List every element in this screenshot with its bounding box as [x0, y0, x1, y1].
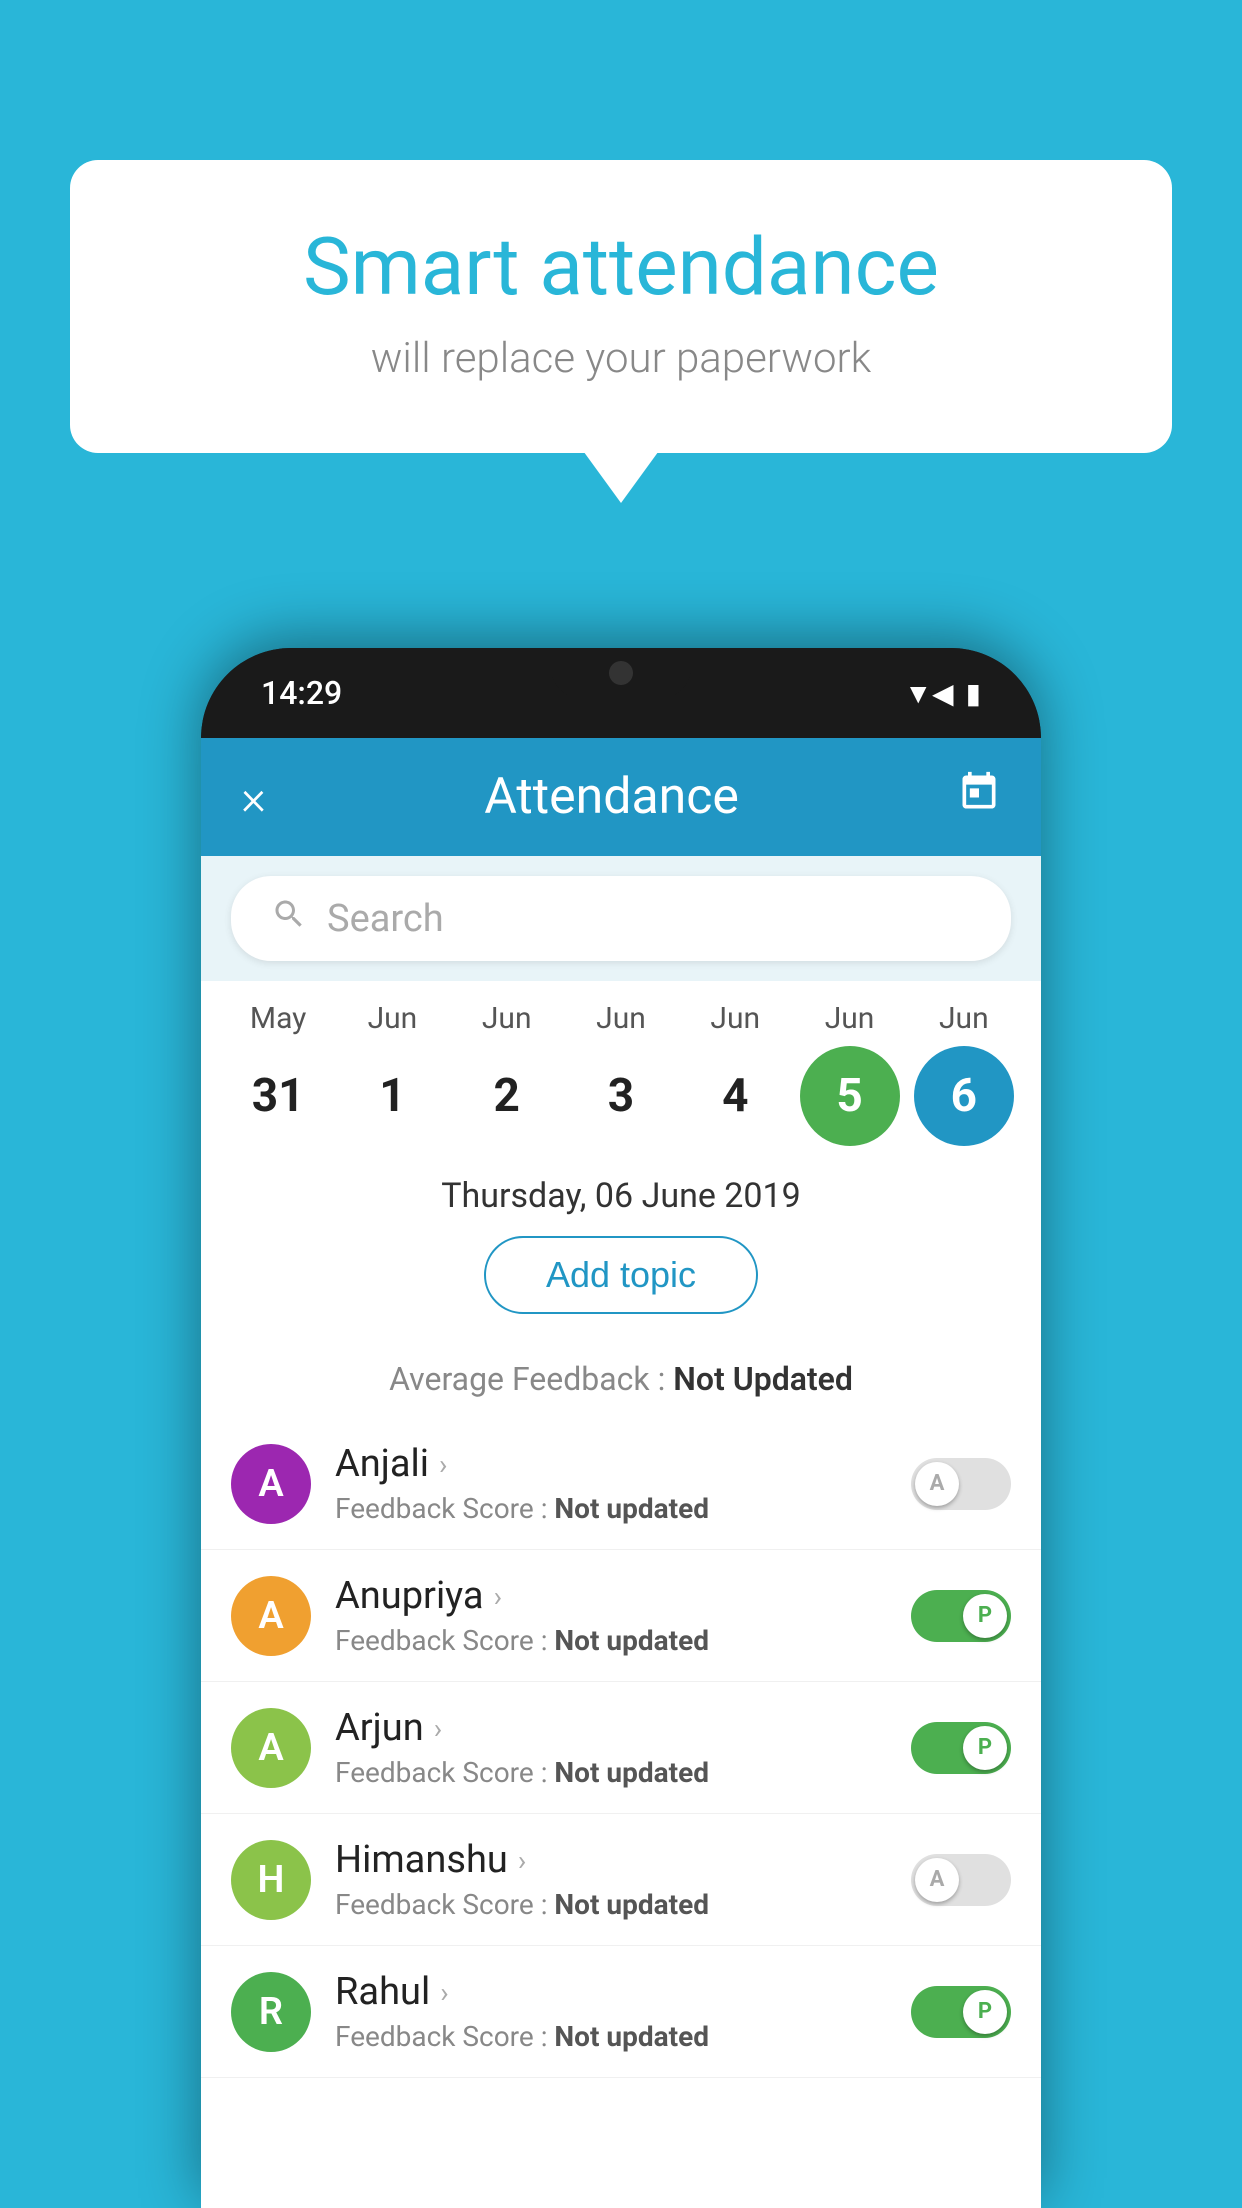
student-avatar: A — [231, 1708, 311, 1788]
student-info: Arjun › Feedback Score : Not updated — [335, 1706, 911, 1789]
student-feedback: Feedback Score : Not updated — [335, 2020, 911, 2053]
student-name: Rahul › — [335, 1970, 911, 2014]
student-info: Anjali › Feedback Score : Not updated — [335, 1442, 911, 1525]
attendance-toggle[interactable]: P — [911, 1986, 1011, 2038]
avg-feedback-value: Not Updated — [673, 1360, 853, 1398]
phone-notch — [551, 648, 691, 698]
toggle-switch[interactable]: A — [911, 1458, 1011, 1510]
phone-frame: 14:29 ▼◀ ▮ × Attendance — [201, 648, 1041, 2208]
calendar-month: May — [228, 1001, 328, 1036]
attendance-toggle[interactable]: A — [911, 1854, 1011, 1906]
speech-bubble: Smart attendance will replace your paper… — [70, 160, 1172, 453]
toggle-switch[interactable]: P — [911, 1590, 1011, 1642]
battery-icon: ▮ — [966, 677, 981, 710]
attendance-toggle[interactable]: P — [911, 1722, 1011, 1774]
chevron-right-icon: › — [439, 1448, 447, 1481]
calendar-month: Jun — [457, 1001, 557, 1036]
search-input[interactable]: Search — [231, 876, 1011, 961]
calendar-day[interactable]: 2 — [457, 1046, 557, 1146]
chevron-right-icon: › — [434, 1712, 442, 1745]
day-row: 31123456 — [221, 1046, 1021, 1146]
student-list: A Anjali › Feedback Score : Not updated … — [201, 1418, 1041, 2208]
student-item[interactable]: A Anupriya › Feedback Score : Not update… — [201, 1550, 1041, 1682]
chevron-right-icon: › — [494, 1580, 502, 1613]
calendar-day[interactable]: 5 — [800, 1046, 900, 1146]
student-item[interactable]: A Arjun › Feedback Score : Not updated P — [201, 1682, 1041, 1814]
student-info: Himanshu › Feedback Score : Not updated — [335, 1838, 911, 1921]
attendance-toggle[interactable]: P — [911, 1590, 1011, 1642]
toggle-switch[interactable]: P — [911, 1722, 1011, 1774]
phone-time: 14:29 — [261, 674, 342, 712]
avg-feedback: Average Feedback : Not Updated — [201, 1350, 1041, 1418]
student-item[interactable]: A Anjali › Feedback Score : Not updated … — [201, 1418, 1041, 1550]
calendar-day[interactable]: 31 — [228, 1046, 328, 1146]
calendar-month: Jun — [685, 1001, 785, 1036]
calendar-day[interactable]: 6 — [914, 1046, 1014, 1146]
calendar-month: Jun — [800, 1001, 900, 1036]
front-camera — [609, 661, 633, 685]
student-info: Rahul › Feedback Score : Not updated — [335, 1970, 911, 2053]
chevron-right-icon: › — [440, 1976, 448, 2009]
app-header: × Attendance — [201, 738, 1041, 856]
month-row: May Jun Jun Jun Jun Jun Jun — [221, 1001, 1021, 1036]
student-feedback: Feedback Score : Not updated — [335, 1624, 911, 1657]
student-avatar: R — [231, 1972, 311, 2052]
student-item[interactable]: R Rahul › Feedback Score : Not updated P — [201, 1946, 1041, 2078]
student-avatar: H — [231, 1840, 311, 1920]
selected-date: Thursday, 06 June 2019 — [201, 1156, 1041, 1236]
attendance-toggle[interactable]: A — [911, 1458, 1011, 1510]
phone-status-bar: 14:29 ▼◀ ▮ — [201, 648, 1041, 738]
student-item[interactable]: H Himanshu › Feedback Score : Not update… — [201, 1814, 1041, 1946]
chevron-right-icon: › — [518, 1844, 526, 1877]
student-info: Anupriya › Feedback Score : Not updated — [335, 1574, 911, 1657]
calendar-day[interactable]: 3 — [571, 1046, 671, 1146]
wifi-icon: ▼◀ — [904, 677, 953, 710]
student-name: Himanshu › — [335, 1838, 911, 1882]
student-feedback: Feedback Score : Not updated — [335, 1492, 911, 1525]
calendar-month: Jun — [571, 1001, 671, 1036]
student-name: Anupriya › — [335, 1574, 911, 1618]
student-name: Arjun › — [335, 1706, 911, 1750]
avg-feedback-label: Average Feedback : — [389, 1360, 673, 1398]
calendar-strip: May Jun Jun Jun Jun Jun Jun 31123456 — [201, 981, 1041, 1156]
toggle-knob: A — [915, 1462, 959, 1506]
search-placeholder: Search — [327, 897, 444, 941]
toggle-knob: A — [915, 1858, 959, 1902]
toggle-switch[interactable]: A — [911, 1854, 1011, 1906]
status-icons: ▼◀ ▮ — [904, 677, 981, 710]
student-name: Anjali › — [335, 1442, 911, 1486]
bubble-subtitle: will replace your paperwork — [150, 334, 1092, 383]
calendar-month: Jun — [342, 1001, 442, 1036]
toggle-switch[interactable]: P — [911, 1986, 1011, 2038]
student-feedback: Feedback Score : Not updated — [335, 1756, 911, 1789]
close-button[interactable]: × — [241, 769, 266, 826]
calendar-icon[interactable] — [957, 770, 1001, 824]
app-title: Attendance — [484, 768, 739, 826]
student-avatar: A — [231, 1444, 311, 1524]
toggle-knob: P — [963, 1990, 1007, 2034]
calendar-month: Jun — [914, 1001, 1014, 1036]
student-avatar: A — [231, 1576, 311, 1656]
calendar-day[interactable]: 4 — [685, 1046, 785, 1146]
student-feedback: Feedback Score : Not updated — [335, 1888, 911, 1921]
toggle-knob: P — [963, 1726, 1007, 1770]
toggle-knob: P — [963, 1594, 1007, 1638]
add-topic-button[interactable]: Add topic — [484, 1236, 758, 1314]
bubble-title: Smart attendance — [150, 220, 1092, 314]
app-screen: × Attendance Search Ma — [201, 738, 1041, 2208]
search-icon — [271, 896, 307, 941]
calendar-day[interactable]: 1 — [342, 1046, 442, 1146]
search-section: Search — [201, 856, 1041, 981]
